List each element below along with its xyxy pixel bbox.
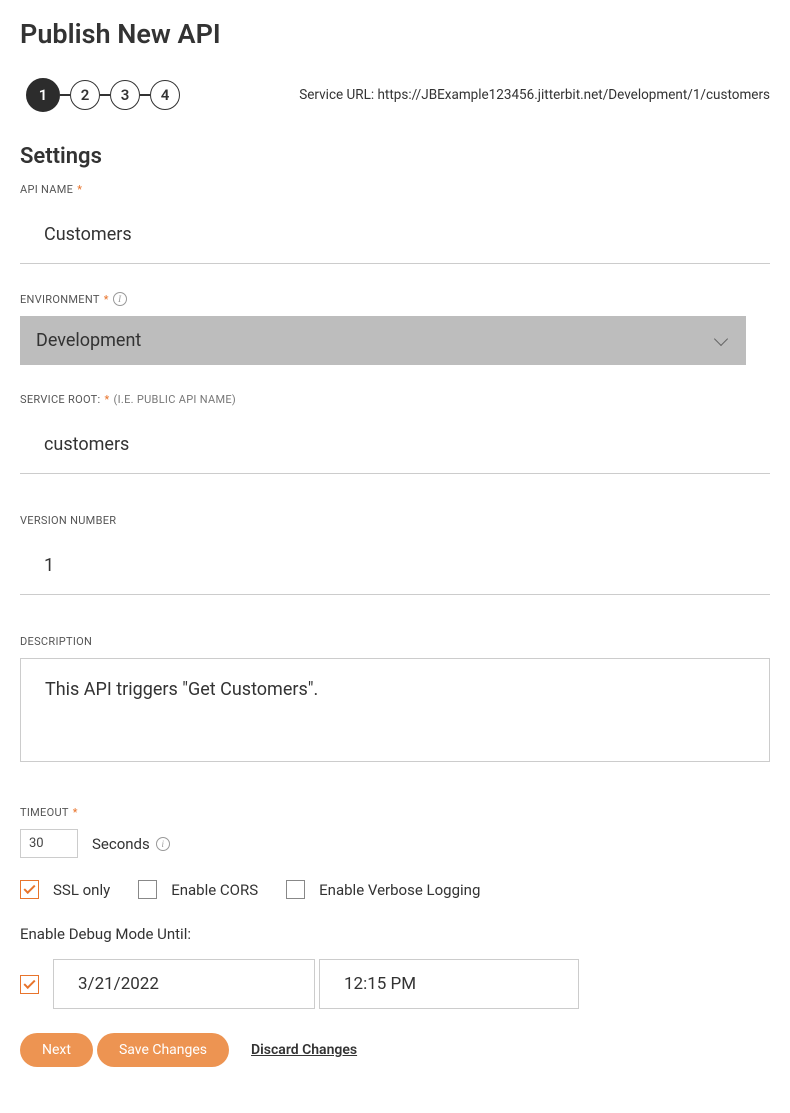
info-icon[interactable]: i [156, 837, 170, 851]
step-1[interactable]: 1 [26, 78, 60, 112]
environment-value: Development [36, 330, 141, 351]
verbose-logging-label: Enable Verbose Logging [319, 881, 480, 899]
label-text: ENVIRONMENT [20, 293, 100, 306]
service-root-label: SERVICE ROOT: * (I.E. PUBLIC API NAME) [20, 393, 770, 406]
field-service-root: SERVICE ROOT: * (I.E. PUBLIC API NAME) [20, 393, 770, 474]
service-url: Service URL: https://JBExample123456.jit… [299, 87, 770, 103]
required-marker: * [77, 183, 82, 196]
unit-text: Seconds [92, 835, 150, 853]
enable-cors-checkbox[interactable]: Enable CORS [138, 880, 258, 899]
page-title: Publish New API [20, 18, 770, 50]
step-2[interactable]: 2 [70, 80, 100, 110]
label-text: VERSION NUMBER [20, 514, 116, 527]
step-connector [60, 94, 70, 96]
checkbox-row: SSL only Enable CORS Enable Verbose Logg… [20, 880, 770, 899]
debug-date-input[interactable] [53, 959, 315, 1009]
enable-cors-label: Enable CORS [171, 881, 258, 899]
version-input[interactable] [20, 537, 770, 595]
debug-time-input[interactable] [319, 959, 579, 1009]
label-text: DESCRIPTION [20, 635, 92, 648]
api-name-input[interactable] [20, 206, 770, 264]
environment-select[interactable]: Development [20, 316, 746, 365]
label-text: API NAME [20, 183, 73, 196]
service-root-input[interactable] [20, 416, 770, 474]
stepper: 1 2 3 4 [26, 78, 180, 112]
service-url-value: https://JBExample123456.jitterbit.net/De… [378, 87, 771, 103]
field-timeout: TIMEOUT * Seconds i [20, 806, 770, 858]
verbose-logging-checkbox[interactable]: Enable Verbose Logging [286, 880, 480, 899]
field-environment: ENVIRONMENT * i Development [20, 292, 770, 365]
section-title: Settings [20, 144, 770, 169]
field-version: VERSION NUMBER [20, 514, 770, 595]
discard-changes-link[interactable]: Discard Changes [251, 1042, 357, 1058]
ssl-only-checkbox[interactable]: SSL only [20, 880, 110, 899]
label-text: TIMEOUT [20, 806, 69, 819]
required-marker: * [104, 293, 109, 306]
next-button[interactable]: Next [20, 1033, 93, 1067]
service-root-hint: (I.E. PUBLIC API NAME) [114, 393, 237, 406]
description-input[interactable] [20, 658, 770, 762]
environment-label: ENVIRONMENT * i [20, 292, 770, 306]
chevron-down-icon [714, 331, 728, 345]
step-3[interactable]: 3 [110, 80, 140, 110]
action-buttons: Next Save Changes Discard Changes [20, 1033, 770, 1067]
checkbox-box [138, 880, 157, 899]
version-label: VERSION NUMBER [20, 514, 770, 527]
debug-mode-row [20, 959, 770, 1009]
debug-mode-label: Enable Debug Mode Until: [20, 925, 770, 943]
label-text: SERVICE ROOT: [20, 393, 101, 406]
ssl-only-label: SSL only [53, 881, 110, 899]
api-name-label: API NAME * [20, 183, 770, 196]
timeout-label: TIMEOUT * [20, 806, 770, 819]
timeout-input[interactable] [20, 829, 78, 858]
timeout-unit: Seconds i [92, 835, 170, 853]
service-url-label: Service URL: [299, 87, 374, 103]
required-marker: * [73, 806, 78, 819]
save-changes-button[interactable]: Save Changes [97, 1033, 229, 1067]
debug-mode-checkbox[interactable] [20, 975, 39, 994]
step-4[interactable]: 4 [150, 80, 180, 110]
checkmark-icon [23, 976, 35, 988]
checkmark-icon [23, 882, 35, 894]
field-description: DESCRIPTION [20, 635, 770, 766]
info-icon[interactable]: i [113, 292, 127, 306]
header-row: 1 2 3 4 Service URL: https://JBExample12… [20, 78, 770, 112]
field-api-name: API NAME * [20, 183, 770, 264]
checkbox-box [286, 880, 305, 899]
step-connector [100, 94, 110, 96]
checkbox-box [20, 880, 39, 899]
required-marker: * [105, 393, 110, 406]
step-connector [140, 94, 150, 96]
description-label: DESCRIPTION [20, 635, 770, 648]
